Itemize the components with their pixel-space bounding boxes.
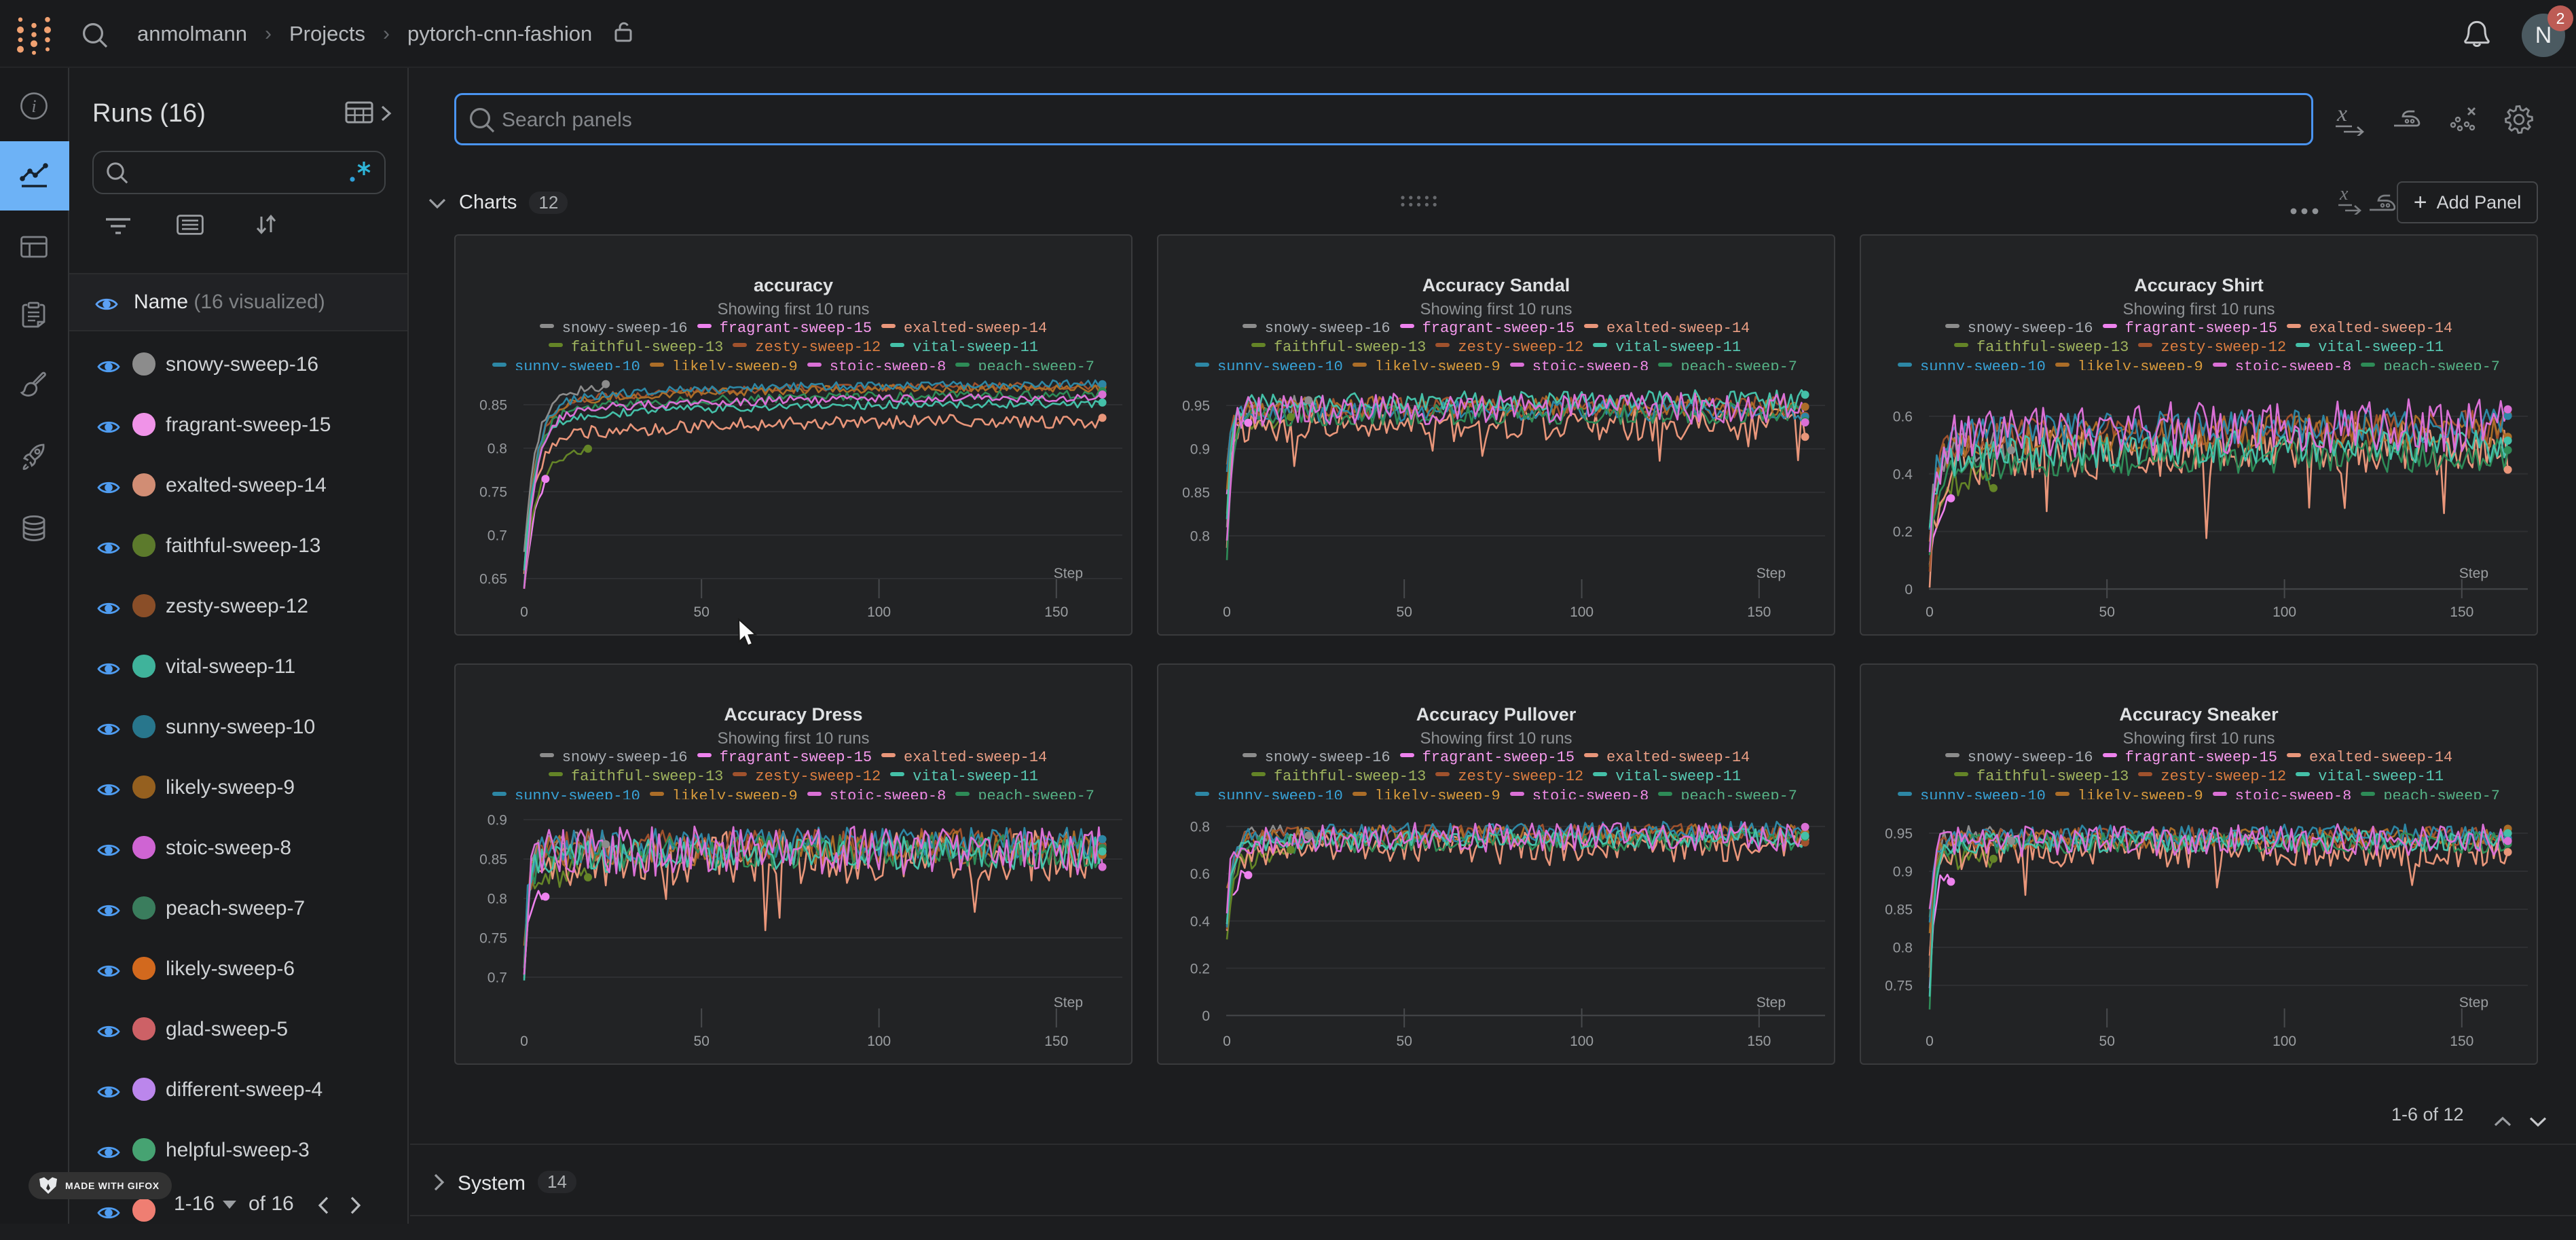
svg-text:0.2: 0.2: [1893, 524, 1913, 540]
svg-text:0.6: 0.6: [1190, 867, 1210, 882]
svg-text:0.85: 0.85: [479, 852, 507, 868]
svg-text:50: 50: [2099, 604, 2115, 620]
svg-text:0.85: 0.85: [1885, 902, 1913, 918]
svg-text:0: 0: [1223, 1034, 1231, 1049]
svg-text:0: 0: [1223, 604, 1231, 620]
svg-text:100: 100: [867, 604, 891, 620]
svg-text:50: 50: [1397, 1034, 1412, 1049]
svg-text:0.85: 0.85: [1182, 486, 1210, 501]
svg-text:150: 150: [2450, 1034, 2473, 1049]
svg-text:0.95: 0.95: [1885, 826, 1913, 842]
svg-text:Step: Step: [1054, 995, 1083, 1010]
svg-text:0.9: 0.9: [1893, 864, 1913, 880]
svg-text:0: 0: [520, 604, 528, 620]
svg-text:Step: Step: [1756, 566, 1786, 581]
svg-text:0.4: 0.4: [1893, 467, 1913, 482]
svg-text:150: 150: [1044, 1034, 1068, 1049]
svg-text:100: 100: [1570, 1034, 1594, 1049]
svg-text:0.4: 0.4: [1190, 914, 1211, 930]
svg-text:0: 0: [1202, 1008, 1210, 1024]
svg-text:0.8: 0.8: [1893, 941, 1913, 956]
svg-text:0.75: 0.75: [479, 485, 507, 500]
svg-text:100: 100: [1570, 604, 1594, 620]
svg-text:0.6: 0.6: [1893, 409, 1913, 425]
svg-text:0.2: 0.2: [1190, 961, 1210, 977]
svg-text:0.65: 0.65: [479, 572, 507, 587]
svg-text:150: 150: [2450, 604, 2473, 620]
svg-text:0: 0: [1926, 604, 1934, 620]
svg-text:0.8: 0.8: [487, 892, 507, 907]
svg-text:0.8: 0.8: [1190, 820, 1210, 835]
svg-text:0.95: 0.95: [1182, 399, 1210, 414]
svg-text:Step: Step: [2459, 995, 2488, 1010]
svg-text:0.9: 0.9: [1190, 442, 1210, 458]
svg-text:Step: Step: [1756, 995, 1786, 1010]
svg-text:Step: Step: [1054, 566, 1083, 581]
svg-text:100: 100: [2273, 604, 2296, 620]
svg-text:0: 0: [1905, 582, 1913, 598]
svg-text:150: 150: [1747, 1034, 1771, 1049]
svg-text:0.7: 0.7: [487, 528, 507, 544]
svg-text:100: 100: [867, 1034, 891, 1049]
svg-text:50: 50: [694, 1034, 710, 1049]
svg-text:50: 50: [1397, 604, 1412, 620]
svg-text:0.8: 0.8: [487, 441, 507, 457]
svg-text:0.75: 0.75: [1885, 979, 1913, 994]
svg-text:50: 50: [2099, 1034, 2115, 1049]
svg-text:Step: Step: [2459, 566, 2488, 581]
svg-text:0.7: 0.7: [487, 970, 507, 986]
svg-text:0: 0: [520, 1034, 528, 1049]
svg-text:0.9: 0.9: [487, 813, 507, 828]
svg-text:0.75: 0.75: [479, 931, 507, 947]
svg-text:0.8: 0.8: [1190, 529, 1210, 545]
svg-text:150: 150: [1747, 604, 1771, 620]
svg-text:50: 50: [694, 604, 710, 620]
svg-text:x: x: [2339, 187, 2349, 204]
svg-text:150: 150: [1044, 604, 1068, 620]
svg-text:100: 100: [2273, 1034, 2296, 1049]
svg-text:i: i: [31, 96, 36, 116]
svg-text:0.85: 0.85: [479, 398, 507, 414]
svg-text:x: x: [2336, 103, 2347, 126]
svg-text:0: 0: [1926, 1034, 1934, 1049]
